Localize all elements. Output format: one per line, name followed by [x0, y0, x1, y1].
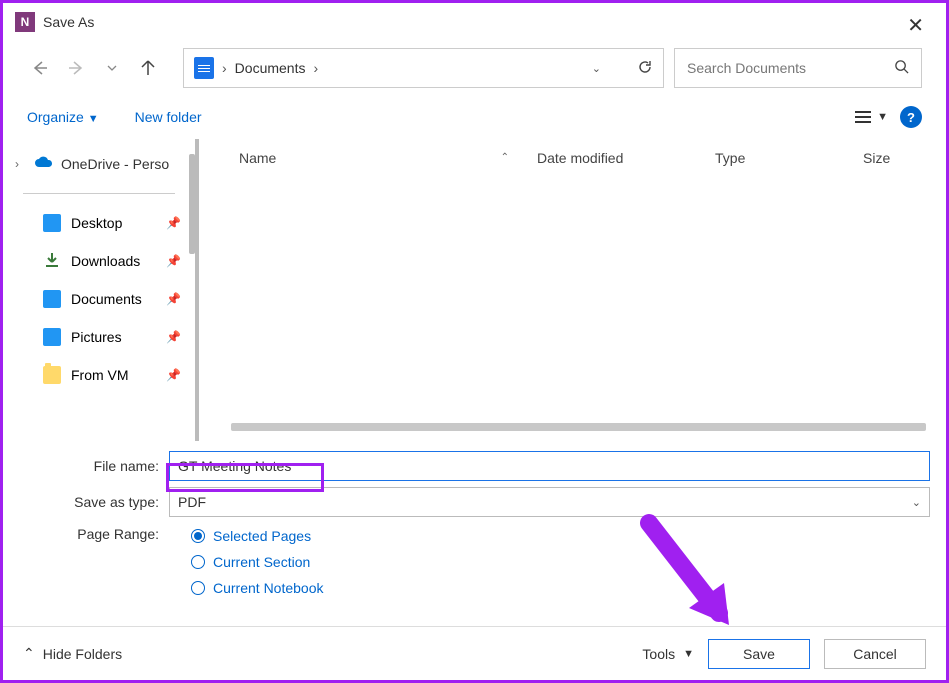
folder-icon [43, 366, 61, 384]
savetype-select[interactable]: PDF ⌄ [169, 487, 930, 517]
back-button[interactable] [27, 55, 53, 81]
radio-current-notebook[interactable]: Current Notebook [191, 575, 324, 601]
list-view-icon [855, 111, 871, 123]
cancel-button[interactable]: Cancel [824, 639, 926, 669]
up-button[interactable] [135, 55, 161, 81]
sort-caret-icon: ⌃ [501, 152, 509, 163]
sidebar-item-from-vm[interactable]: From VM 📌 [3, 356, 195, 394]
cloud-icon [33, 155, 53, 174]
new-folder-button[interactable]: New folder [135, 109, 202, 125]
documents-folder-icon [194, 57, 214, 79]
radio-icon [191, 529, 205, 543]
chevron-up-icon: ⌃ [23, 645, 35, 662]
radio-icon [191, 581, 205, 595]
breadcrumb[interactable]: Documents [235, 60, 306, 76]
sidebar-item-label: Desktop [71, 215, 122, 231]
refresh-button[interactable] [637, 59, 653, 78]
search-input[interactable] [687, 60, 894, 76]
help-button[interactable]: ? [900, 106, 922, 128]
column-header-type[interactable]: Type [701, 150, 849, 166]
sidebar-item-onedrive[interactable]: › OneDrive - Perso [3, 145, 195, 183]
pictures-icon [43, 328, 61, 346]
search-icon[interactable] [894, 59, 909, 77]
downloads-icon [43, 251, 61, 272]
chevron-right-icon[interactable]: › [313, 60, 318, 76]
pin-icon: 📌 [166, 216, 181, 230]
address-bar[interactable]: › Documents › ⌄ [183, 48, 664, 88]
pin-icon: 📌 [166, 254, 181, 268]
sidebar-item-pictures[interactable]: Pictures 📌 [3, 318, 195, 356]
column-header-size[interactable]: Size [849, 150, 946, 166]
vertical-scrollbar[interactable] [189, 154, 195, 254]
sidebar-item-label: From VM [71, 367, 129, 383]
pin-icon: 📌 [166, 330, 181, 344]
sidebar-item-label: Downloads [71, 253, 140, 269]
folder-tree: › OneDrive - Perso Desktop 📌 Downloads 📌… [3, 139, 195, 441]
recent-dropdown[interactable] [99, 55, 125, 81]
organize-menu[interactable]: Organize ▼ [27, 109, 99, 125]
window-title: Save As [43, 14, 94, 30]
chevron-down-icon: ⌄ [912, 496, 921, 509]
radio-current-section[interactable]: Current Section [191, 549, 324, 575]
sidebar-item-label: Pictures [71, 329, 122, 345]
filename-label: File name: [19, 458, 169, 474]
documents-icon [43, 290, 61, 308]
radio-icon [191, 555, 205, 569]
desktop-icon [43, 214, 61, 232]
onenote-app-icon: N [15, 12, 35, 32]
close-button[interactable]: ✕ [899, 9, 932, 42]
horizontal-scrollbar[interactable] [231, 423, 926, 431]
chevron-right-icon[interactable]: › [15, 157, 25, 171]
view-mode-menu[interactable]: ▼ [855, 111, 888, 123]
sidebar-item-documents[interactable]: Documents 📌 [3, 280, 195, 318]
save-button[interactable]: Save [708, 639, 810, 669]
hide-folders-button[interactable]: ⌃ Hide Folders [23, 645, 122, 662]
radio-selected-pages[interactable]: Selected Pages [191, 523, 324, 549]
sidebar-item-downloads[interactable]: Downloads 📌 [3, 242, 195, 280]
file-list-area[interactable]: Name⌃ Date modified Type Size [195, 139, 946, 441]
column-header-date[interactable]: Date modified [523, 150, 701, 166]
filename-input[interactable] [169, 451, 930, 481]
address-dropdown[interactable]: ⌄ [592, 62, 601, 75]
pin-icon: 📌 [166, 292, 181, 306]
tools-menu[interactable]: Tools▼ [642, 646, 694, 662]
pagerange-label: Page Range: [19, 523, 169, 542]
sidebar-item-desktop[interactable]: Desktop 📌 [3, 204, 195, 242]
column-header-name[interactable]: Name⌃ [199, 150, 523, 166]
search-box[interactable] [674, 48, 922, 88]
savetype-label: Save as type: [19, 494, 169, 510]
pin-icon: 📌 [166, 368, 181, 382]
sidebar-item-label: Documents [71, 291, 142, 307]
forward-button[interactable] [63, 55, 89, 81]
chevron-right-icon[interactable]: › [222, 60, 227, 76]
